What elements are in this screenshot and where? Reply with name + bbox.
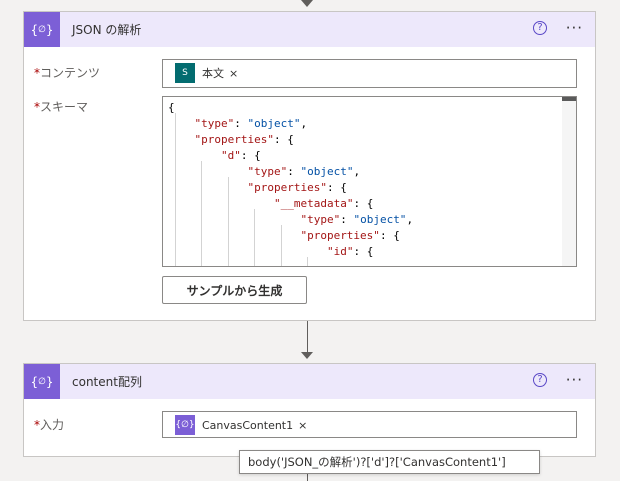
content-array-card: {∅} content配列 ? ··· *入力 {∅} CanvasConten… bbox=[23, 363, 596, 457]
json-braces-icon: {∅} bbox=[175, 415, 195, 435]
content-array-header[interactable]: {∅} content配列 ? ··· bbox=[24, 364, 595, 399]
code-line: "properties": { bbox=[247, 181, 347, 194]
code-line: "type": "object", bbox=[194, 117, 308, 130]
schema-label: *スキーマ bbox=[34, 100, 89, 114]
remove-token-icon[interactable]: × bbox=[298, 419, 307, 432]
content-label: *コンテンツ bbox=[34, 66, 101, 80]
arrow-down-icon bbox=[301, 0, 313, 7]
code-line: "type": "object", bbox=[247, 165, 361, 178]
code-line: "d": { bbox=[220, 149, 261, 162]
card-title: JSON の解析 bbox=[72, 23, 142, 37]
ellipsis-icon[interactable]: ··· bbox=[566, 19, 583, 37]
code-line: "type": "object", bbox=[300, 213, 414, 226]
expression-tooltip: body('JSON_の解析')?['d']?['CanvasContent1'… bbox=[239, 450, 540, 474]
schema-editor[interactable]: { "type": "object", "properties": { "d":… bbox=[162, 96, 577, 267]
parse-json-header[interactable]: {∅} JSON の解析 ? ··· bbox=[24, 12, 595, 47]
code-line: "properties": { bbox=[300, 229, 400, 242]
code-line: "id": { bbox=[326, 245, 374, 258]
generate-from-sample-button[interactable]: サンプルから生成 bbox=[162, 276, 307, 304]
card-title: content配列 bbox=[72, 375, 142, 389]
parse-json-card: {∅} JSON の解析 ? ··· *コンテンツ S 本文 × *スキーマ {… bbox=[23, 11, 596, 321]
remove-token-icon[interactable]: × bbox=[229, 67, 238, 80]
code-line: "__metadata": { bbox=[273, 197, 374, 210]
json-braces-icon: {∅} bbox=[24, 364, 60, 399]
arrow-down-icon bbox=[301, 352, 313, 359]
code-line: { bbox=[168, 101, 175, 114]
help-circle-icon[interactable]: ? bbox=[533, 21, 547, 35]
input-field[interactable]: {∅} CanvasContent1 × bbox=[162, 411, 577, 438]
json-braces-icon: {∅} bbox=[24, 12, 60, 47]
vertical-scrollbar[interactable] bbox=[562, 97, 576, 266]
sharepoint-icon: S bbox=[175, 63, 195, 83]
content-token[interactable]: S 本文 × bbox=[175, 63, 238, 83]
connector-middle bbox=[307, 321, 308, 353]
ellipsis-icon[interactable]: ··· bbox=[566, 371, 583, 389]
input-token[interactable]: {∅} CanvasContent1 × bbox=[175, 415, 307, 435]
help-circle-icon[interactable]: ? bbox=[533, 373, 547, 387]
code-line: "properties": { bbox=[194, 133, 294, 146]
input-label: *入力 bbox=[34, 418, 65, 432]
content-field[interactable]: S 本文 × bbox=[162, 59, 577, 88]
token-text: CanvasContent1 bbox=[202, 418, 294, 432]
token-text: 本文 bbox=[202, 67, 224, 80]
scrollbar-thumb[interactable] bbox=[562, 97, 576, 101]
